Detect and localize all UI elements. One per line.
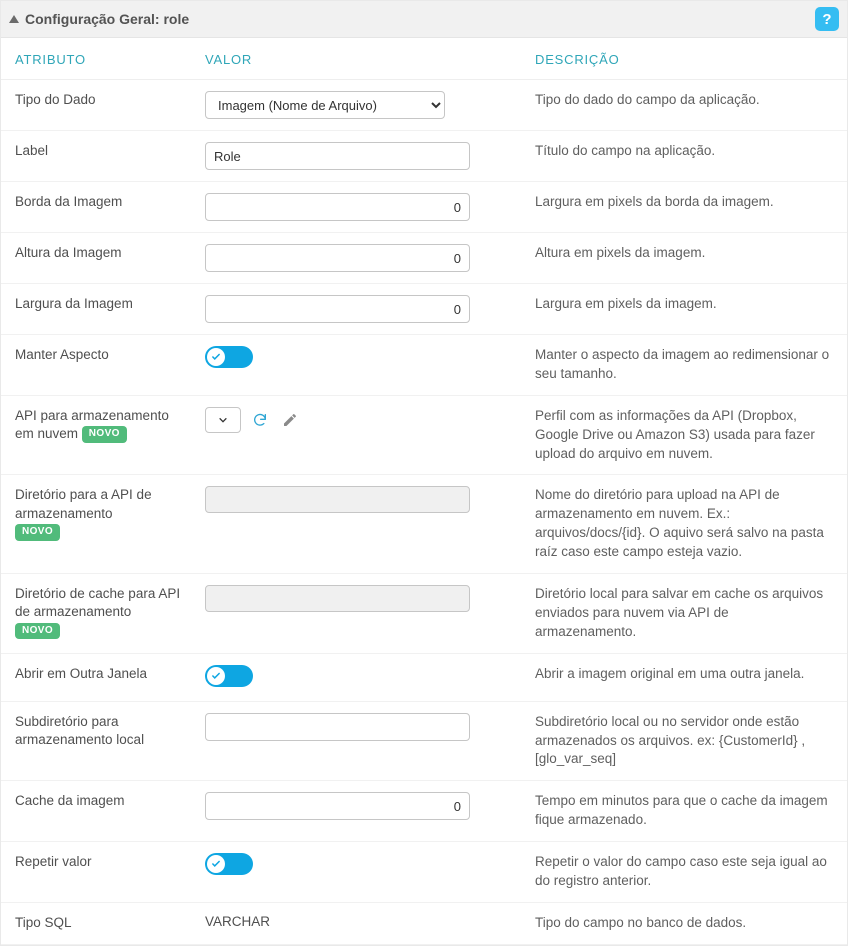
attr-label: Altura da Imagem: [1, 233, 191, 284]
check-icon: [211, 859, 221, 869]
config-table: ATRIBUTO VALOR DESCRIÇÃO Tipo do Dado Im…: [1, 38, 847, 945]
table-row: Tipo do Dado Imagem (Nome de Arquivo) Ti…: [1, 80, 847, 131]
desc-text: Tipo do dado do campo da aplicação.: [521, 80, 847, 131]
pencil-icon: [282, 412, 298, 428]
collapse-icon[interactable]: [9, 15, 19, 23]
dir-api-input: [205, 486, 470, 513]
table-row: Subdiretório para armazenamento local Su…: [1, 701, 847, 781]
api-select[interactable]: [205, 407, 241, 433]
table-row: Diretório de cache para API de armazenam…: [1, 574, 847, 654]
abrir-janela-toggle[interactable]: [205, 665, 253, 687]
table-row: Diretório para a API de armazenamento NO…: [1, 475, 847, 574]
reload-button[interactable]: [249, 409, 271, 431]
table-row: API para armazenamento em nuvem NOVO: [1, 395, 847, 475]
borda-input[interactable]: [205, 193, 470, 221]
desc-text: Abrir a imagem original em uma outra jan…: [521, 653, 847, 701]
help-button[interactable]: ?: [815, 7, 839, 31]
table-row: Altura da Imagem Altura em pixels da ima…: [1, 233, 847, 284]
table-row: Repetir valor Repetir o valor do campo c…: [1, 842, 847, 903]
attr-label: Tipo do Dado: [1, 80, 191, 131]
dir-cache-input: [205, 585, 470, 612]
attr-label: Largura da Imagem: [1, 284, 191, 335]
desc-text: Tempo em minutos para que o cache da ima…: [521, 781, 847, 842]
label-input[interactable]: [205, 142, 470, 170]
tipo-sql-value: VARCHAR: [205, 914, 270, 929]
check-icon: [211, 352, 221, 362]
desc-text: Diretório local para salvar em cache os …: [521, 574, 847, 654]
check-icon: [211, 671, 221, 681]
desc-text: Subdiretório local ou no servidor onde e…: [521, 701, 847, 781]
novo-badge: NOVO: [15, 524, 60, 541]
col-desc: DESCRIÇÃO: [521, 38, 847, 80]
table-row: Manter Aspecto Manter o aspecto da image…: [1, 335, 847, 396]
table-row: Borda da Imagem Largura em pixels da bor…: [1, 182, 847, 233]
repetir-valor-toggle[interactable]: [205, 853, 253, 875]
manter-aspecto-toggle[interactable]: [205, 346, 253, 368]
desc-text: Perfil com as informações da API (Dropbo…: [521, 395, 847, 475]
edit-button[interactable]: [279, 409, 301, 431]
desc-text: Manter o aspecto da imagem ao redimensio…: [521, 335, 847, 396]
desc-text: Nome do diretório para upload na API de …: [521, 475, 847, 574]
table-row: Cache da imagem Tempo em minutos para qu…: [1, 781, 847, 842]
novo-badge: NOVO: [82, 426, 127, 443]
panel-title: Configuração Geral: role: [25, 11, 815, 27]
attr-label: Label: [1, 131, 191, 182]
desc-text: Largura em pixels da borda da imagem.: [521, 182, 847, 233]
attr-label: Diretório de cache para API de armazenam…: [1, 574, 191, 654]
col-val: VALOR: [191, 38, 521, 80]
table-row: Abrir em Outra Janela Abrir a imagem ori…: [1, 653, 847, 701]
table-row: Label Título do campo na aplicação.: [1, 131, 847, 182]
attr-label: Subdiretório para armazenamento local: [1, 701, 191, 781]
chevron-down-icon: [218, 415, 228, 425]
tipo-dado-select[interactable]: Imagem (Nome de Arquivo): [205, 91, 445, 119]
desc-text: Repetir o valor do campo caso este seja …: [521, 842, 847, 903]
attr-label: Repetir valor: [1, 842, 191, 903]
cache-input[interactable]: [205, 792, 470, 820]
attr-label: API para armazenamento em nuvem NOVO: [1, 395, 191, 475]
col-attr: ATRIBUTO: [1, 38, 191, 80]
desc-text: Altura em pixels da imagem.: [521, 233, 847, 284]
table-row: Tipo SQL VARCHAR Tipo do campo no banco …: [1, 902, 847, 944]
desc-text: Tipo do campo no banco de dados.: [521, 902, 847, 944]
desc-text: Largura em pixels da imagem.: [521, 284, 847, 335]
novo-badge: NOVO: [15, 623, 60, 640]
attr-label: Manter Aspecto: [1, 335, 191, 396]
config-panel: Configuração Geral: role ? ATRIBUTO VALO…: [0, 0, 848, 946]
attr-label: Diretório para a API de armazenamento NO…: [1, 475, 191, 574]
altura-input[interactable]: [205, 244, 470, 272]
attr-label: Borda da Imagem: [1, 182, 191, 233]
attr-label: Abrir em Outra Janela: [1, 653, 191, 701]
subdir-input[interactable]: [205, 713, 470, 741]
desc-text: Título do campo na aplicação.: [521, 131, 847, 182]
attr-label: Tipo SQL: [1, 902, 191, 944]
panel-header: Configuração Geral: role ?: [1, 1, 847, 38]
refresh-icon: [252, 412, 268, 428]
attr-label: Cache da imagem: [1, 781, 191, 842]
largura-input[interactable]: [205, 295, 470, 323]
table-row: Largura da Imagem Largura em pixels da i…: [1, 284, 847, 335]
